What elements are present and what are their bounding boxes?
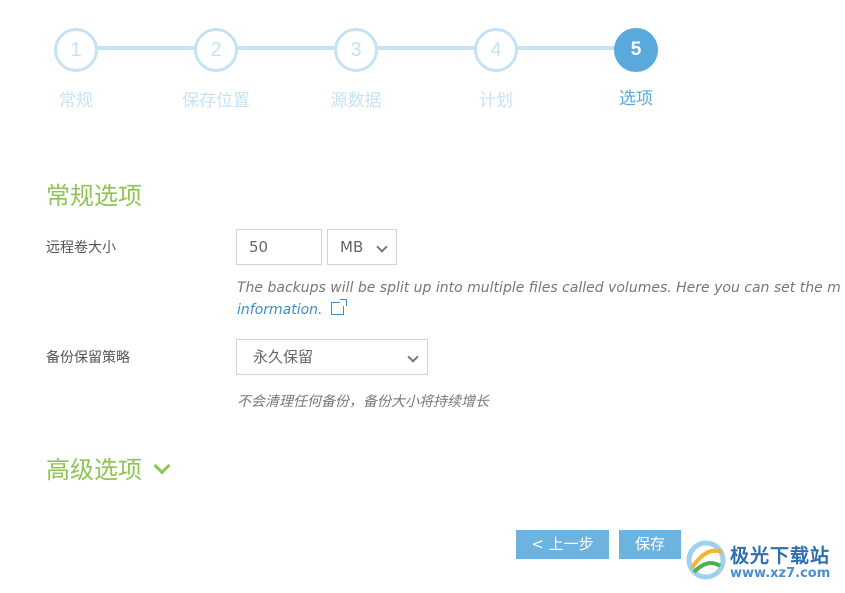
watermark-logo-icon [686,540,726,580]
step-source-data[interactable]: 3 源数据 [286,28,426,111]
chevron-down-icon [376,241,388,253]
volume-size-hint: The backups will be split up into multip… [237,280,841,296]
step-destination[interactable]: 2 保存位置 [146,28,286,111]
step-label: 计划 [479,91,513,111]
step-number: 4 [474,28,518,72]
volume-unit-select[interactable]: MB [327,229,397,265]
watermark-url: www.xz7.com [730,566,831,581]
step-number: 1 [54,28,98,72]
retention-policy-label: 备份保留策略 [46,350,130,366]
step-label: 常规 [59,91,93,111]
wizard-stepper: 1 常规 2 保存位置 3 源数据 4 计划 5 选项 [0,0,845,120]
advanced-options-title: 高级选项 [46,456,142,484]
step-label: 选项 [619,89,653,109]
step-schedule[interactable]: 4 计划 [426,28,566,111]
retention-policy-hint: 不会清理任何备份，备份大小将持续增长 [237,394,489,410]
step-label: 源数据 [330,91,382,111]
chevron-down-icon [407,351,419,363]
more-information-link[interactable]: information. [237,302,323,318]
site-watermark: 极光下载站 www.xz7.com [684,538,844,588]
backup-options-page: 1 常规 2 保存位置 3 源数据 4 计划 5 选项 常规选项 远程卷大小 5… [0,0,845,593]
step-number: 5 [614,28,658,72]
step-number: 2 [194,28,238,72]
watermark-title: 极光下载站 [730,545,831,567]
step-label: 保存位置 [182,91,250,111]
previous-button[interactable]: < 上一步 [516,530,609,559]
volume-size-label: 远程卷大小 [46,240,116,256]
step-general[interactable]: 1 常规 [6,28,146,111]
volume-info-link-row: information. [237,299,347,318]
volume-unit-value: MB [340,238,364,256]
chevron-down-icon [153,457,171,475]
volume-size-input[interactable]: 50 [236,229,322,265]
advanced-options-toggle[interactable]: 高级选项 [46,450,171,485]
step-options[interactable]: 5 选项 [566,28,706,109]
general-options-title: 常规选项 [46,182,142,210]
save-button[interactable]: 保存 [619,530,681,559]
external-link-icon[interactable] [330,299,347,315]
retention-policy-value: 永久保留 [253,348,314,366]
step-number: 3 [334,28,378,72]
retention-policy-select[interactable]: 永久保留 [236,339,428,375]
